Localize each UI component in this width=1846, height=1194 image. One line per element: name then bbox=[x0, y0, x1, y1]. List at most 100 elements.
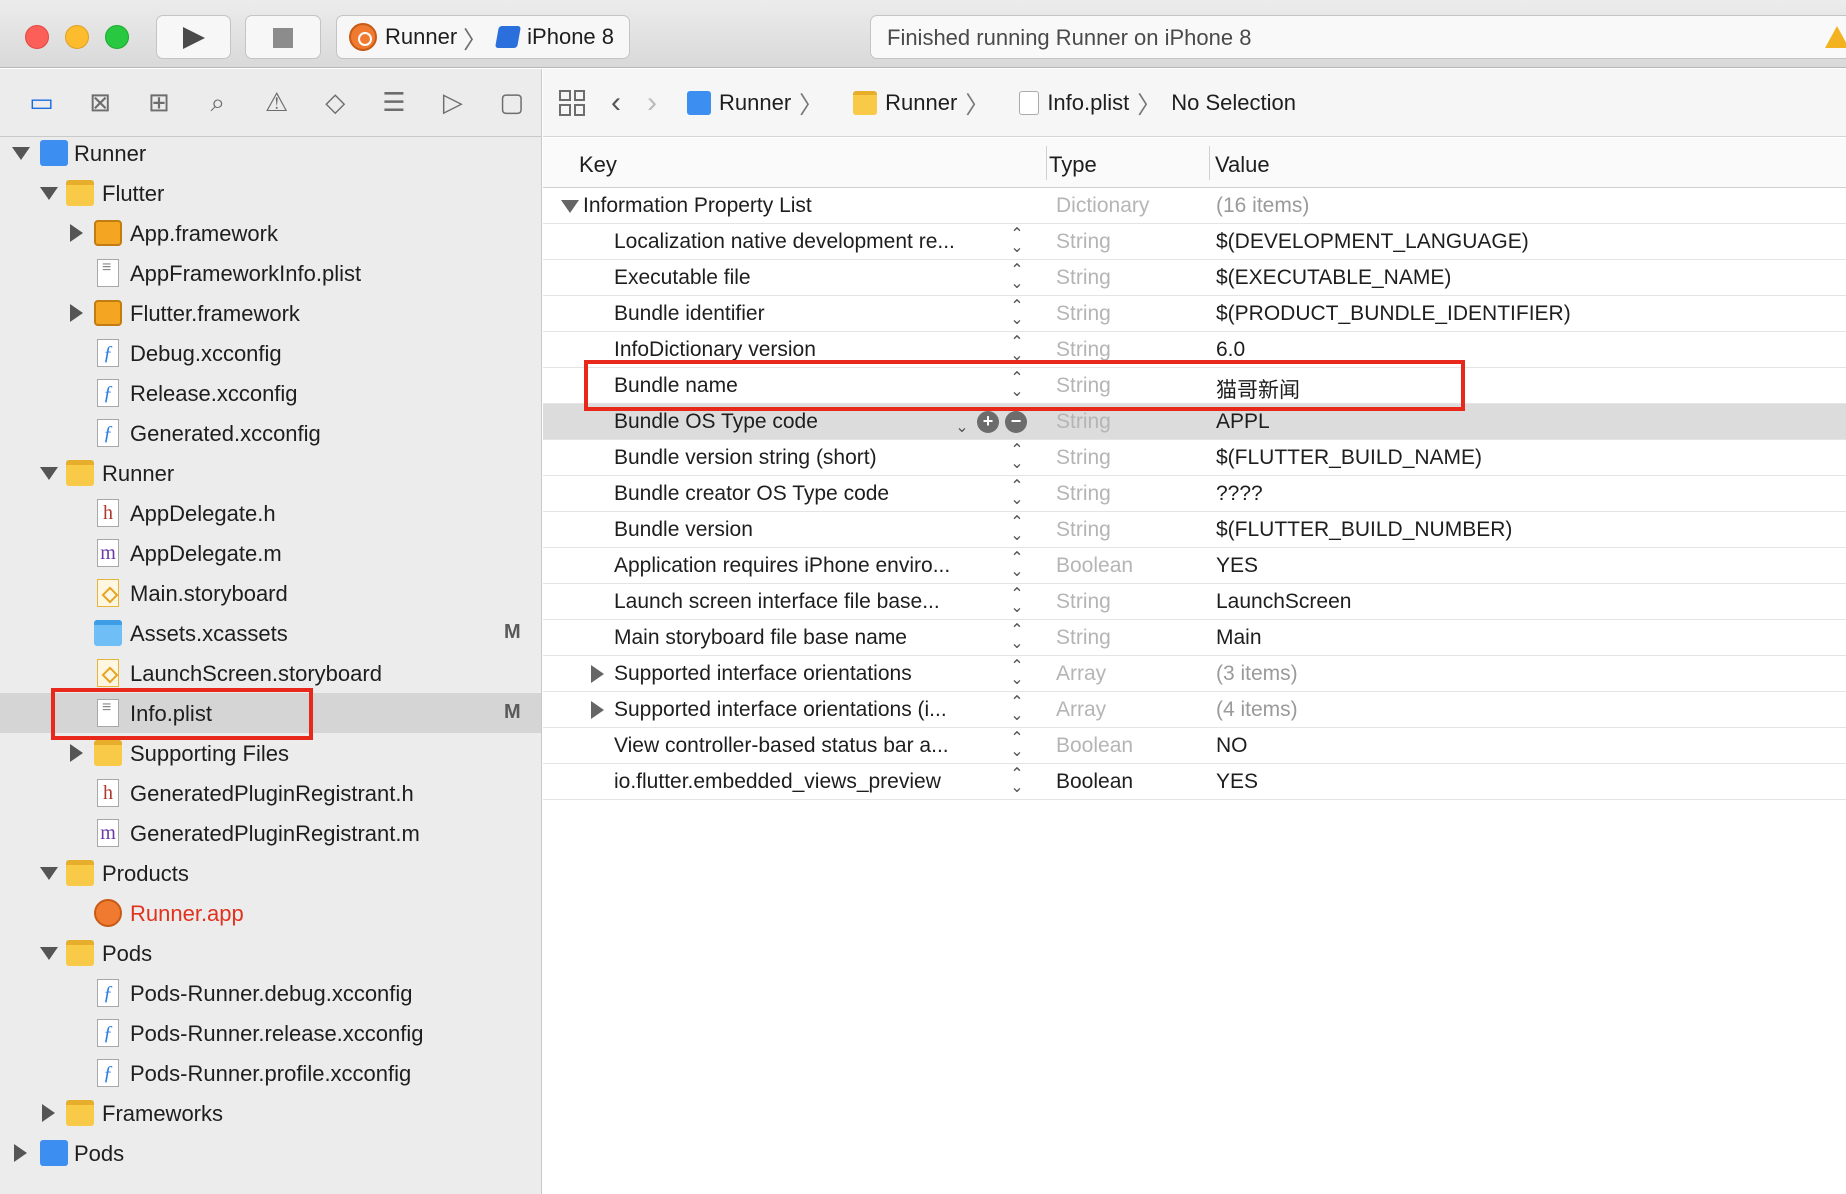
plist-row[interactable]: Supported interface orientations (i... ⌃… bbox=[543, 692, 1846, 728]
plist-row[interactable]: Executable file ⌃ ⌄ String $(EXECUTABLE_N… bbox=[543, 260, 1846, 296]
plist-value[interactable]: $(FLUTTER_BUILD_NAME) bbox=[1216, 446, 1482, 470]
tree-item-generated-xcconfig[interactable]: ƒ Generated.xcconfig bbox=[0, 413, 541, 453]
plist-value[interactable]: $(FLUTTER_BUILD_NUMBER) bbox=[1216, 518, 1512, 542]
disclosure-open-icon[interactable] bbox=[40, 187, 58, 200]
updown-chevron-icon[interactable]: ⌃ ⌄ bbox=[1008, 443, 1026, 472]
tree-item-appdelegate-h[interactable]: h AppDelegate.h bbox=[0, 493, 541, 533]
disclosure-closed-icon[interactable] bbox=[591, 701, 604, 719]
plist-row[interactable]: Bundle version string (short) ⌃ ⌄ String … bbox=[543, 440, 1846, 476]
plist-row[interactable]: Launch screen interface file base... ⌃ ⌄ … bbox=[543, 584, 1846, 620]
type-column-header[interactable]: Type bbox=[1049, 152, 1097, 178]
tree-item-assets-xcassets[interactable]: Assets.xcassets M bbox=[0, 613, 541, 653]
tree-item-pods-group[interactable]: Pods bbox=[0, 933, 541, 973]
scheme-selector[interactable]: Runner 〉 iPhone 8 bbox=[336, 15, 630, 59]
plist-type[interactable]: Array bbox=[1056, 662, 1106, 686]
plist-row[interactable]: Bundle version ⌃ ⌄ String $(FLUTTER_BUILD… bbox=[543, 512, 1846, 548]
source-control-icon[interactable]: ⊠ bbox=[71, 83, 130, 123]
symbol-icon[interactable]: ⊞ bbox=[130, 83, 189, 123]
updown-chevron-icon[interactable]: ⌃ ⌄ bbox=[1008, 335, 1026, 364]
updown-chevron-icon[interactable]: ⌃ ⌄ bbox=[1008, 551, 1026, 580]
tree-item-debug-xcconfig[interactable]: ƒ Debug.xcconfig bbox=[0, 333, 541, 373]
plist-type[interactable]: String bbox=[1056, 338, 1111, 362]
disclosure-open-icon[interactable] bbox=[40, 867, 58, 880]
key-column-header[interactable]: Key bbox=[579, 152, 617, 178]
search-icon[interactable]: ⌕ bbox=[188, 83, 247, 123]
tree-item-launchscreen-storyboard[interactable]: LaunchScreen.storyboard bbox=[0, 653, 541, 693]
related-items-icon[interactable] bbox=[559, 89, 585, 116]
tree-item-flutter-group[interactable]: Flutter bbox=[0, 173, 541, 213]
report-icon[interactable]: ▢ bbox=[482, 83, 541, 123]
tree-item-pods-runner-debug-xcconfig[interactable]: ƒ Pods-Runner.debug.xcconfig bbox=[0, 973, 541, 1013]
plist-row-root[interactable]: Information Property List Dictionary (16… bbox=[543, 188, 1846, 224]
value-column-header[interactable]: Value bbox=[1215, 152, 1270, 178]
tree-item-generatedpluginregistrant-m[interactable]: m GeneratedPluginRegistrant.m bbox=[0, 813, 541, 853]
updown-chevron-icon[interactable]: ⌃ ⌄ bbox=[1008, 587, 1026, 616]
test-icon[interactable]: ◇ bbox=[306, 83, 365, 123]
updown-chevron-icon[interactable]: ⌃ ⌄ bbox=[1008, 623, 1026, 652]
updown-chevron-icon[interactable]: ⌃ ⌄ bbox=[1008, 731, 1026, 760]
breakpoint-icon[interactable]: ▷ bbox=[423, 83, 482, 123]
tree-item-pods-project[interactable]: Pods bbox=[0, 1133, 541, 1173]
plist-value[interactable]: Main bbox=[1216, 626, 1262, 650]
disclosure-closed-icon[interactable] bbox=[70, 304, 83, 322]
plist-type[interactable]: String bbox=[1056, 590, 1111, 614]
tree-item-runner-project[interactable]: Runner bbox=[0, 133, 541, 173]
updown-chevron-icon[interactable]: ⌃ ⌄ bbox=[1008, 227, 1026, 256]
forward-arrow-icon[interactable]: › bbox=[647, 86, 657, 120]
plist-row[interactable]: Localization native development re... ⌃ ⌄… bbox=[543, 224, 1846, 260]
tree-item-app-framework[interactable]: App.framework bbox=[0, 213, 541, 253]
add-row-icon[interactable]: + bbox=[977, 411, 999, 433]
tree-item-flutter-framework[interactable]: Flutter.framework bbox=[0, 293, 541, 333]
plist-value[interactable]: YES bbox=[1216, 770, 1258, 794]
plist-value[interactable]: APPL bbox=[1216, 410, 1270, 434]
tree-item-release-xcconfig[interactable]: ƒ Release.xcconfig bbox=[0, 373, 541, 413]
plist-value[interactable]: YES bbox=[1216, 554, 1258, 578]
debug-icon[interactable]: ☰ bbox=[365, 83, 424, 123]
plist-value[interactable]: NO bbox=[1216, 734, 1248, 758]
disclosure-open-icon[interactable] bbox=[561, 200, 579, 213]
column-divider[interactable] bbox=[1046, 146, 1047, 180]
run-button[interactable] bbox=[156, 15, 231, 59]
tree-item-generatedpluginregistrant-h[interactable]: h GeneratedPluginRegistrant.h bbox=[0, 773, 541, 813]
disclosure-closed-icon[interactable] bbox=[70, 744, 83, 762]
disclosure-closed-icon[interactable] bbox=[70, 224, 83, 242]
plist-type[interactable]: String bbox=[1056, 518, 1111, 542]
plist-type[interactable]: Boolean bbox=[1056, 770, 1133, 794]
tree-item-products-group[interactable]: Products bbox=[0, 853, 541, 893]
updown-chevron-icon[interactable]: ⌃ ⌄ bbox=[1008, 479, 1026, 508]
minimize-window-button[interactable] bbox=[65, 25, 89, 49]
disclosure-closed-icon[interactable] bbox=[14, 1144, 27, 1162]
back-arrow-icon[interactable]: ‹ bbox=[611, 86, 621, 120]
plist-value[interactable]: ???? bbox=[1216, 482, 1263, 506]
issue-icon[interactable]: ⚠ bbox=[247, 83, 306, 123]
plist-row[interactable]: Supported interface orientations ⌃ ⌄ Arra… bbox=[543, 656, 1846, 692]
tree-item-runner-app[interactable]: Runner.app bbox=[0, 893, 541, 933]
plist-type[interactable]: Boolean bbox=[1056, 734, 1133, 758]
plist-row[interactable]: Main storyboard file base name ⌃ ⌄ String… bbox=[543, 620, 1846, 656]
plist-row[interactable]: io.flutter.embedded_views_preview ⌃ ⌄ Boo… bbox=[543, 764, 1846, 800]
tree-item-main-storyboard[interactable]: Main.storyboard bbox=[0, 573, 541, 613]
disclosure-closed-icon[interactable] bbox=[591, 665, 604, 683]
plist-type[interactable]: String bbox=[1056, 446, 1111, 470]
disclosure-open-icon[interactable] bbox=[40, 467, 58, 480]
tree-item-pods-runner-profile-xcconfig[interactable]: ƒ Pods-Runner.profile.xcconfig bbox=[0, 1053, 541, 1093]
disclosure-closed-icon[interactable] bbox=[42, 1104, 55, 1122]
breadcrumb-runner-group[interactable]: Runner 〉 bbox=[833, 85, 989, 120]
tree-item-appdelegate-m[interactable]: m AppDelegate.m bbox=[0, 533, 541, 573]
stop-button[interactable] bbox=[245, 15, 321, 59]
plist-type[interactable]: Boolean bbox=[1056, 554, 1133, 578]
zoom-window-button[interactable] bbox=[105, 25, 129, 49]
updown-chevron-icon[interactable]: ⌃ ⌄ bbox=[1008, 767, 1026, 796]
plist-value[interactable]: $(DEVELOPMENT_LANGUAGE) bbox=[1216, 230, 1529, 254]
disclosure-open-icon[interactable] bbox=[40, 947, 58, 960]
plist-type[interactable]: String bbox=[1056, 302, 1111, 326]
close-window-button[interactable] bbox=[25, 25, 49, 49]
tree-item-appframeworkinfo-plist[interactable]: AppFrameworkInfo.plist bbox=[0, 253, 541, 293]
updown-chevron-icon[interactable]: ⌃ ⌄ bbox=[953, 407, 971, 436]
plist-row[interactable]: Bundle identifier ⌃ ⌄ String $(PRODUCT_BU… bbox=[543, 296, 1846, 332]
updown-chevron-icon[interactable]: ⌃ ⌄ bbox=[1008, 515, 1026, 544]
column-divider[interactable] bbox=[1209, 146, 1210, 180]
plist-value[interactable]: $(EXECUTABLE_NAME) bbox=[1216, 266, 1451, 290]
breadcrumb-selection[interactable]: No Selection bbox=[1171, 90, 1296, 116]
breadcrumb-runner-project[interactable]: Runner 〉 bbox=[667, 85, 823, 120]
